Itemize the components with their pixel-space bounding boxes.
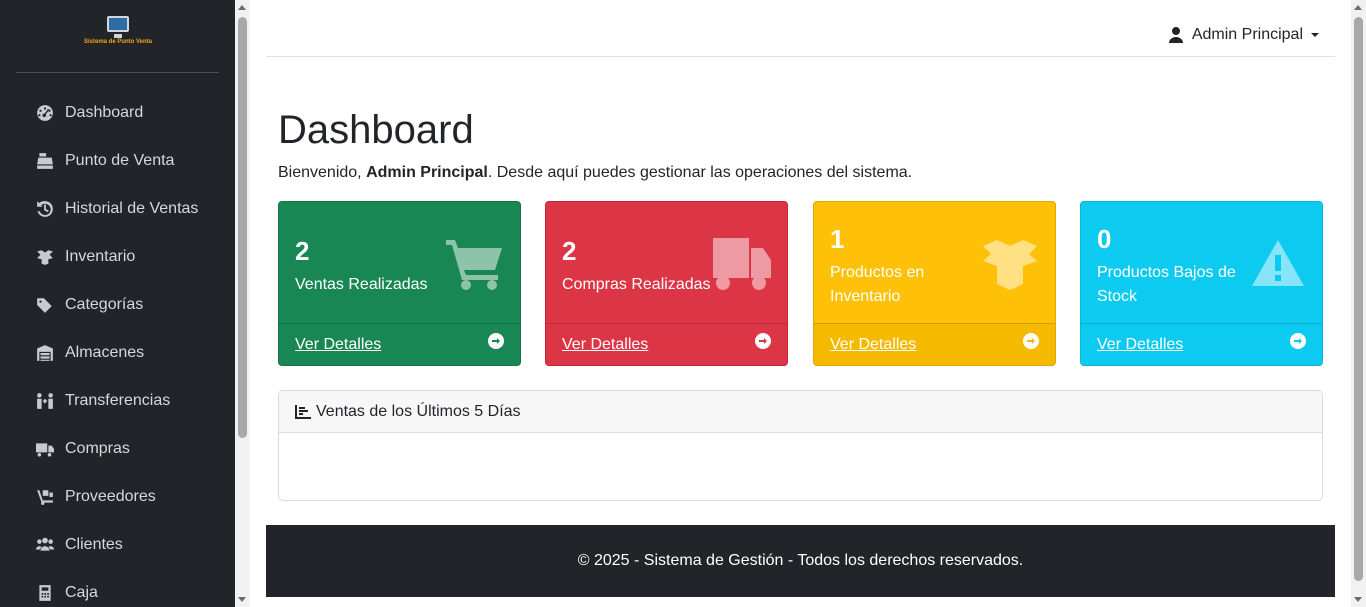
scroll-down-icon[interactable] — [1354, 597, 1362, 602]
card-details-link[interactable]: Ver Detalles — [562, 336, 648, 354]
sidebar-item-label: Clientes — [65, 536, 123, 553]
sidebar-item-compras[interactable]: Compras — [0, 425, 235, 473]
sidebar-item-dashboard[interactable]: Dashboard — [0, 89, 235, 137]
sales-chart-panel: Ventas de los Últimos 5 Días — [278, 390, 1323, 501]
app-logo[interactable]: Sistema de Punto Venta — [82, 16, 154, 56]
history-icon — [35, 200, 55, 218]
card-footer: Ver Detalles — [814, 323, 1055, 365]
sidebar-item-label: Dashboard — [65, 104, 144, 121]
sidebar-item-label: Caja — [65, 584, 98, 601]
card-label: Productos Bajos de Stock — [1097, 264, 1236, 305]
logo-text: Sistema de Punto Venta — [83, 39, 153, 45]
card-details-link[interactable]: Ver Detalles — [295, 336, 381, 354]
warning-icon — [1252, 240, 1304, 286]
sidebar-item-almacenes[interactable]: Almacenes — [0, 329, 235, 377]
welcome-message: Bienvenido, Admin Principal. Desde aquí … — [278, 164, 912, 182]
gauge-icon — [35, 104, 55, 122]
sidebar-item-historial-de-ventas[interactable]: Historial de Ventas — [0, 185, 235, 233]
calculator-icon — [35, 584, 55, 602]
page-title: Dashboard — [278, 108, 474, 152]
card-footer: Ver Detalles — [546, 323, 787, 365]
truck-icon — [35, 440, 55, 458]
scroll-down-icon[interactable] — [238, 597, 246, 602]
sidebar-item-inventario[interactable]: Inventario — [0, 233, 235, 281]
sidebar: Sistema de Punto Venta Dashboard Punto d… — [0, 0, 235, 607]
card-value: 1 — [830, 224, 845, 254]
sidebar-item-punto-de-venta[interactable]: Punto de Venta — [0, 137, 235, 185]
arrow-circle-right-icon[interactable] — [755, 332, 771, 349]
card-label: Ventas Realizadas — [295, 276, 428, 293]
sidebar-item-label: Proveedores — [65, 488, 156, 505]
shopping-cart-icon — [446, 238, 504, 290]
chart-area — [279, 433, 1322, 500]
truck-icon — [713, 238, 771, 290]
sidebar-divider — [16, 72, 219, 73]
welcome-user: Admin Principal — [366, 164, 488, 181]
card-value: 0 — [1097, 224, 1112, 254]
page-scrollbar[interactable] — [1351, 0, 1366, 607]
sidebar-item-label: Categorías — [65, 296, 144, 313]
card-label: Productos en Inventario — [830, 264, 925, 305]
page-footer: © 2025 - Sistema de Gestión - Todos los … — [266, 525, 1335, 597]
tags-icon — [35, 296, 55, 314]
sidebar-item-label: Transferencias — [65, 392, 171, 409]
arrow-circle-right-icon[interactable] — [1023, 332, 1039, 349]
chart-bar-icon — [295, 404, 311, 419]
sidebar-item-label: Punto de Venta — [65, 152, 175, 169]
sidebar-item-clientes[interactable]: Clientes — [0, 521, 235, 569]
sidebar-item-caja[interactable]: Caja — [0, 569, 235, 607]
welcome-suffix: . Desde aquí puedes gestionar las operac… — [487, 164, 913, 181]
welcome-prefix: Bienvenido, — [278, 164, 367, 181]
user-dropdown[interactable]: Admin Principal — [1168, 26, 1319, 44]
arrow-circle-right-icon[interactable] — [1290, 332, 1306, 349]
sidebar-scrollbar[interactable] — [235, 0, 250, 607]
monitor-icon — [107, 16, 129, 38]
sidebar-item-proveedores[interactable]: Proveedores — [0, 473, 235, 521]
card-details-link[interactable]: Ver Detalles — [830, 336, 916, 354]
scroll-up-icon[interactable] — [1354, 5, 1362, 10]
scroll-up-icon[interactable] — [238, 5, 246, 10]
sidebar-item-label: Compras — [65, 440, 130, 457]
card-value: 2 — [295, 236, 310, 266]
purchases-card: 2 Compras Realizadas Ver Detalles — [545, 201, 788, 366]
low-stock-card: 0 Productos Bajos de Stock Ver Detalles — [1080, 201, 1323, 366]
user-name: Admin Principal — [1191, 26, 1303, 43]
warehouse-icon — [35, 344, 55, 362]
card-footer: Ver Detalles — [279, 323, 520, 365]
user-icon — [1168, 27, 1183, 43]
sidebar-item-label: Inventario — [65, 248, 136, 265]
caret-down-icon — [1311, 33, 1319, 37]
sidebar-item-label: Historial de Ventas — [65, 200, 199, 217]
card-footer: Ver Detalles — [1081, 323, 1322, 365]
sidebar-item-transferencias[interactable]: Transferencias — [0, 377, 235, 425]
scrollbar-thumb[interactable] — [238, 17, 247, 438]
sidebar-menu: Dashboard Punto de Venta Historial de Ve… — [0, 89, 235, 607]
card-details-link[interactable]: Ver Detalles — [1097, 336, 1183, 354]
sidebar-item-label: Almacenes — [65, 344, 145, 361]
users-icon — [35, 536, 55, 554]
card-value: 2 — [562, 236, 577, 266]
dolly-icon — [35, 488, 55, 506]
scrollbar-thumb[interactable] — [1354, 17, 1363, 581]
inventory-card: 1 Productos en Inventario Ver Detalles — [813, 201, 1056, 366]
sidebar-item-categorias[interactable]: Categorías — [0, 281, 235, 329]
box-open-icon — [981, 238, 1039, 290]
panel-title: Ventas de los Últimos 5 Días — [316, 402, 521, 420]
people-arrows-icon — [35, 392, 55, 410]
footer-text: © 2025 - Sistema de Gestión - Todos los … — [577, 552, 1024, 569]
panel-header: Ventas de los Últimos 5 Días — [279, 391, 1322, 433]
card-label: Compras Realizadas — [562, 276, 711, 293]
top-navbar: Admin Principal — [266, 14, 1335, 57]
sales-card: 2 Ventas Realizadas Ver Detalles — [278, 201, 521, 366]
cash-register-icon — [35, 152, 55, 170]
arrow-circle-right-icon[interactable] — [488, 332, 504, 349]
boxes-icon — [35, 248, 55, 266]
